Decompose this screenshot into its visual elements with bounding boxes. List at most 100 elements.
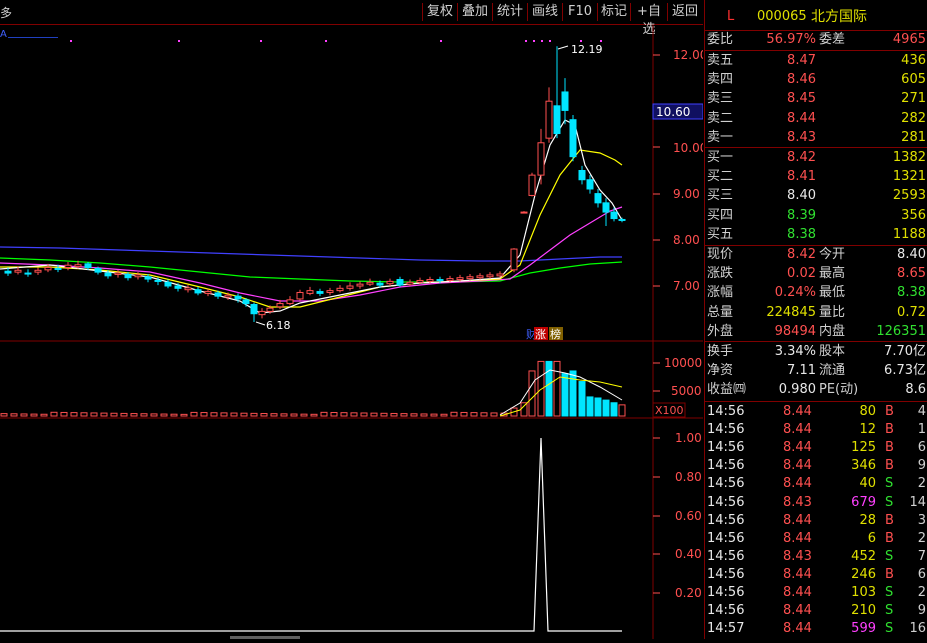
stat-label: 最高 (819, 266, 846, 282)
indicator-tick: 1.00 (675, 431, 702, 445)
candle-body (144, 276, 152, 280)
fuquan-button[interactable]: 复权 (422, 3, 457, 21)
candle-body (164, 281, 172, 287)
candle-body (356, 283, 364, 287)
volume-bar (10, 413, 18, 417)
ask-price: 8.45 (787, 91, 816, 107)
volume-tick: 10000 (664, 356, 702, 370)
badge-limit-up[interactable]: 涨 (535, 328, 546, 341)
tick-price: 8.44 (783, 603, 812, 619)
candle-body (258, 310, 266, 316)
volume-bar (260, 413, 268, 417)
ask-volume: 271 (901, 91, 926, 107)
overlay-button[interactable]: 叠加 (457, 3, 492, 21)
candle-body (316, 291, 324, 294)
fund-value: 3.34% (774, 344, 816, 359)
tick-price: 8.43 (783, 494, 812, 510)
volume-bar (360, 412, 368, 417)
tick-side: B (885, 566, 894, 582)
volume-bar (100, 412, 108, 417)
tick-count: 1 (917, 422, 926, 438)
tick-count: 14 (909, 494, 926, 510)
fund-label: 流通 (819, 363, 846, 379)
back-button[interactable]: 返回 (667, 3, 702, 21)
bid-label: 买五 (707, 226, 734, 242)
volume-bar (537, 360, 545, 417)
tick-price: 8.44 (783, 476, 812, 492)
candle-body (561, 91, 569, 111)
high-pointer (557, 45, 569, 50)
volume-bar (190, 411, 198, 417)
volume-bar (170, 413, 178, 417)
candle-body (194, 289, 202, 294)
price-axis-ticks (653, 54, 660, 287)
volume-axis: 10000 5000 (653, 356, 702, 398)
candle-body (54, 267, 62, 270)
candle-body (14, 269, 22, 273)
fund-label: PE(动) (819, 382, 859, 398)
candle-body (74, 264, 82, 268)
tick-volume: 210 (851, 603, 876, 619)
volume-bar (120, 412, 128, 417)
stat-value: 0.02 (787, 266, 816, 282)
weibi-value: 56.97% (766, 32, 816, 47)
candle-body (586, 179, 594, 190)
tick-price: 8.44 (783, 530, 812, 546)
candle-body (224, 294, 232, 298)
candle-body (376, 282, 384, 286)
candle-body (486, 274, 494, 278)
event-badges[interactable]: 财 涨 榜 (526, 327, 563, 341)
kline-svg[interactable]: 12.00 10.00 9.00 8.00 7.00 10.60 A 12.19… (0, 25, 707, 639)
f10-button[interactable]: F10 (562, 3, 597, 21)
tick-count: 6 (917, 566, 926, 582)
draw-line-button[interactable]: 画线 (527, 3, 562, 21)
fund-label: 收益㈣ (707, 382, 747, 398)
ask-volume: 436 (901, 53, 926, 68)
volume-bar (290, 413, 298, 417)
tick-row: 14:56 8.44 103 S 2 (705, 584, 927, 602)
bid-row: 买五 8.38 1188 (705, 226, 927, 244)
volume-bar (370, 412, 378, 417)
tick-count: 9 (917, 603, 926, 619)
volume-bar (490, 412, 498, 417)
ask-price: 8.46 (787, 72, 816, 88)
candle-body (24, 272, 32, 275)
bid-row: 买四 8.39 356 (705, 207, 927, 225)
fundamental-row: 净资 7.11 流通 6.73亿 (705, 362, 927, 380)
candle-body (336, 287, 344, 292)
add-favorite-button[interactable]: +自选 (630, 3, 667, 37)
candle-body (44, 267, 52, 271)
stat-value: 8.40 (897, 247, 926, 262)
mark-button[interactable]: 标记 (597, 3, 630, 21)
candle-body (396, 279, 404, 286)
stat-label: 最低 (819, 285, 846, 301)
volume-bar (586, 396, 594, 417)
high-label: 12.19 (571, 43, 603, 56)
stat-row: 现价 8.42 今开 8.40 (705, 246, 927, 264)
tick-price: 8.43 (783, 548, 812, 564)
stat-value: 8.65 (897, 266, 926, 282)
candle-body (386, 280, 394, 285)
bid-volume: 1382 (892, 150, 926, 165)
tick-time: 14:56 (707, 422, 745, 438)
ma5-line (0, 119, 623, 314)
candle-body (134, 274, 142, 278)
tick-row: 14:56 8.44 246 B 6 (705, 566, 927, 584)
candle-body (602, 202, 610, 213)
tick-row: 14:57 8.44 599 S 16 (705, 620, 927, 638)
candle-body (476, 275, 484, 279)
volume-bar (80, 412, 88, 417)
badge-list[interactable]: 榜 (550, 327, 561, 341)
volume-bar (545, 360, 553, 417)
stats-button[interactable]: 统计 (492, 3, 527, 21)
candle-body (214, 292, 222, 297)
kline-chart-area[interactable]: 12.00 10.00 9.00 8.00 7.00 10.60 A 12.19… (0, 25, 707, 639)
period-label[interactable]: 多 (0, 4, 12, 21)
candle-body (234, 295, 242, 300)
ask-row: 卖四 8.46 605 (705, 71, 927, 89)
volume-bar (310, 413, 318, 417)
stat-value: 8.42 (787, 247, 816, 262)
volume-bar (30, 413, 38, 417)
tick-side: S (885, 621, 894, 637)
tick-side: B (885, 422, 894, 438)
